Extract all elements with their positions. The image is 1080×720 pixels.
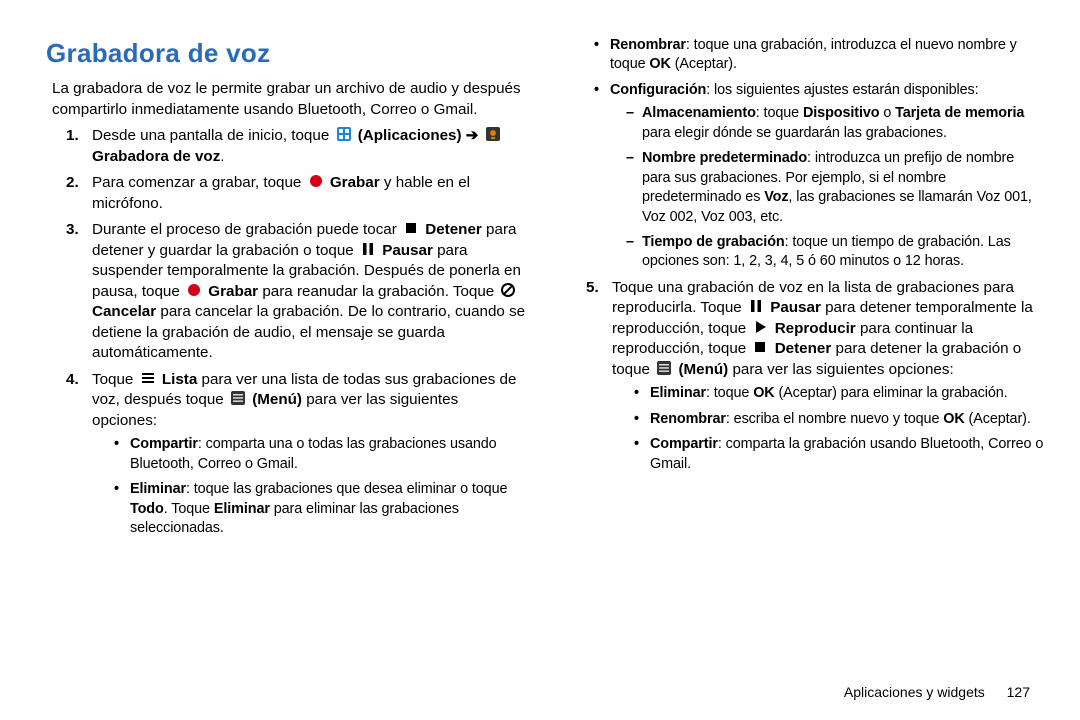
step3-detener: Detener — [425, 221, 482, 238]
step1-apps: (Aplicaciones) — [358, 127, 462, 144]
stop-icon — [752, 339, 768, 355]
b5-compartir: Compartir: comparta la grabación usando … — [612, 435, 1046, 474]
step3-grabar: Grabar — [208, 283, 258, 300]
d-alm-t: Almacenamiento — [642, 105, 756, 121]
bullet-renombrar: Renombrar: toque una grabación, introduz… — [572, 36, 1046, 75]
b4-elim-t: Eliminar — [130, 481, 186, 497]
step4-bullets-cont: Renombrar: toque una grabación, introduz… — [572, 36, 1046, 272]
b5-elim-t: Eliminar — [650, 385, 706, 401]
step3-pausar: Pausar — [382, 242, 433, 259]
d-alm-tarj: Tarjeta de memoria — [895, 105, 1024, 121]
record-icon — [186, 282, 202, 298]
b4-conf: : los siguientes ajustes estarán disponi… — [706, 82, 978, 98]
d-nom-voz: Voz — [764, 189, 788, 205]
b5-ren-t: Renombrar — [650, 411, 726, 427]
step-1: Desde una pantalla de inicio, toque (Apl… — [52, 126, 526, 167]
cancel-icon — [500, 282, 516, 298]
dash-nombre: Nombre predeterminado: introduzca un pre… — [588, 149, 1046, 227]
d-alm-a: : toque — [756, 105, 803, 121]
step3-e: para cancelar la grabación. De lo contra… — [92, 303, 525, 361]
pause-icon — [360, 241, 376, 257]
step5-reproducir: Reproducir — [775, 320, 856, 337]
step4-bullets: Compartir: comparta una o todas las grab… — [92, 435, 526, 538]
step-3: Durante el proceso de grabación puede to… — [52, 220, 526, 364]
step4-menu: (Menú) — [252, 391, 302, 408]
intro-paragraph: La grabadora de voz le permite grabar un… — [52, 79, 526, 120]
d-alm-disp: Dispositivo — [803, 105, 879, 121]
config-dashes: Almacenamiento: toque Dispositivo o Tarj… — [588, 104, 1046, 272]
voice-recorder-icon — [485, 126, 501, 142]
b5-ren-b: (Aceptar). — [965, 411, 1031, 427]
b4-share-t: Compartir — [130, 436, 198, 452]
b5-ren-ok: OK — [943, 411, 964, 427]
step2-grabar: Grabar — [330, 174, 380, 191]
page-number: 127 — [1007, 684, 1030, 700]
step5-pausar: Pausar — [770, 299, 821, 316]
step1-dot: . — [220, 148, 224, 165]
dash-tiempo: Tiempo de grabación: toque un tiempo de … — [588, 233, 1046, 272]
b5-renombrar: Renombrar: escriba el nombre nuevo y toq… — [612, 410, 1046, 429]
b4-elim-b: . Toque — [164, 501, 214, 517]
steps-list-right: Toque una grabación de voz en la lista d… — [572, 278, 1046, 474]
bullet-configuracion: Configuración: los siguientes ajustes es… — [572, 81, 1046, 272]
step5-e: para ver las siguientes opciones: — [732, 361, 953, 378]
step3-d: para reanudar la grabación. Toque — [262, 283, 498, 300]
step5-detener: Detener — [775, 340, 832, 357]
dash-almacenamiento: Almacenamiento: toque Dispositivo o Tarj… — [588, 104, 1046, 143]
b4-elim-el: Eliminar — [214, 501, 270, 517]
stop-icon — [403, 220, 419, 236]
step3-a: Durante el proceso de grabación puede to… — [92, 221, 401, 238]
step5-bullets: Eliminar: toque OK (Aceptar) para elimin… — [612, 384, 1046, 474]
b4-elim-a: : toque las grabaciones que desea elimin… — [186, 481, 507, 497]
apps-icon — [336, 126, 352, 142]
bullet-eliminar: Eliminar: toque las grabaciones que dese… — [92, 480, 526, 538]
step3-cancel: Cancelar — [92, 303, 156, 320]
manual-page: Grabadora de voz La grabadora de voz le … — [0, 0, 1080, 720]
step2-a: Para comenzar a grabar, toque — [92, 174, 306, 191]
footer-section: Aplicaciones y widgets — [844, 684, 985, 700]
b4-ren-b: (Aceptar). — [671, 56, 737, 72]
b5-elim-a: : toque — [706, 385, 753, 401]
b5-elim-b: (Aceptar) para eliminar la grabación. — [775, 385, 1008, 401]
step4-list: Lista — [162, 371, 197, 388]
play-icon — [752, 319, 768, 335]
d-alm-b: para elegir dónde se guardarán las graba… — [642, 125, 947, 141]
step5-menu: (Menú) — [678, 361, 728, 378]
section-heading: Grabadora de voz — [46, 36, 526, 71]
b5-elim-ok: OK — [753, 385, 774, 401]
d-tmp-t: Tiempo de grabación — [642, 234, 785, 250]
pause-icon — [748, 298, 764, 314]
steps-list-left: Desde una pantalla de inicio, toque (Apl… — [52, 126, 526, 538]
bullet-compartir: Compartir: comparta una o todas las grab… — [92, 435, 526, 474]
list-icon — [140, 370, 156, 386]
record-icon — [308, 173, 324, 189]
arrow-icon: ➔ — [466, 127, 483, 144]
step-4: Toque Lista para ver una lista de todas … — [52, 370, 526, 539]
b4-elim-todo: Todo — [130, 501, 164, 517]
b5-ren-a: : escriba el nombre nuevo y toque — [726, 411, 943, 427]
step1-text-a: Desde una pantalla de inicio, toque — [92, 127, 334, 144]
d-alm-o: o — [879, 105, 895, 121]
step4-a: Toque — [92, 371, 138, 388]
page-footer: Aplicaciones y widgets 127 — [844, 684, 1030, 700]
step-2: Para comenzar a grabar, toque Grabar y h… — [52, 173, 526, 214]
step-5: Toque una grabación de voz en la lista d… — [572, 278, 1046, 474]
d-nom-t: Nombre predeterminado — [642, 150, 807, 166]
b5-eliminar: Eliminar: toque OK (Aceptar) para elimin… — [612, 384, 1046, 403]
left-column: Grabadora de voz La grabadora de voz le … — [52, 30, 526, 690]
menu-icon — [656, 360, 672, 376]
right-column: Renombrar: toque una grabación, introduz… — [572, 30, 1046, 690]
b4-ren-ok: OK — [649, 56, 670, 72]
b4-ren-t: Renombrar — [610, 37, 686, 53]
b4-conf-t: Configuración — [610, 82, 706, 98]
step1-gv: Grabadora de voz — [92, 148, 220, 165]
b5-share-t: Compartir — [650, 436, 718, 452]
menu-icon — [230, 390, 246, 406]
